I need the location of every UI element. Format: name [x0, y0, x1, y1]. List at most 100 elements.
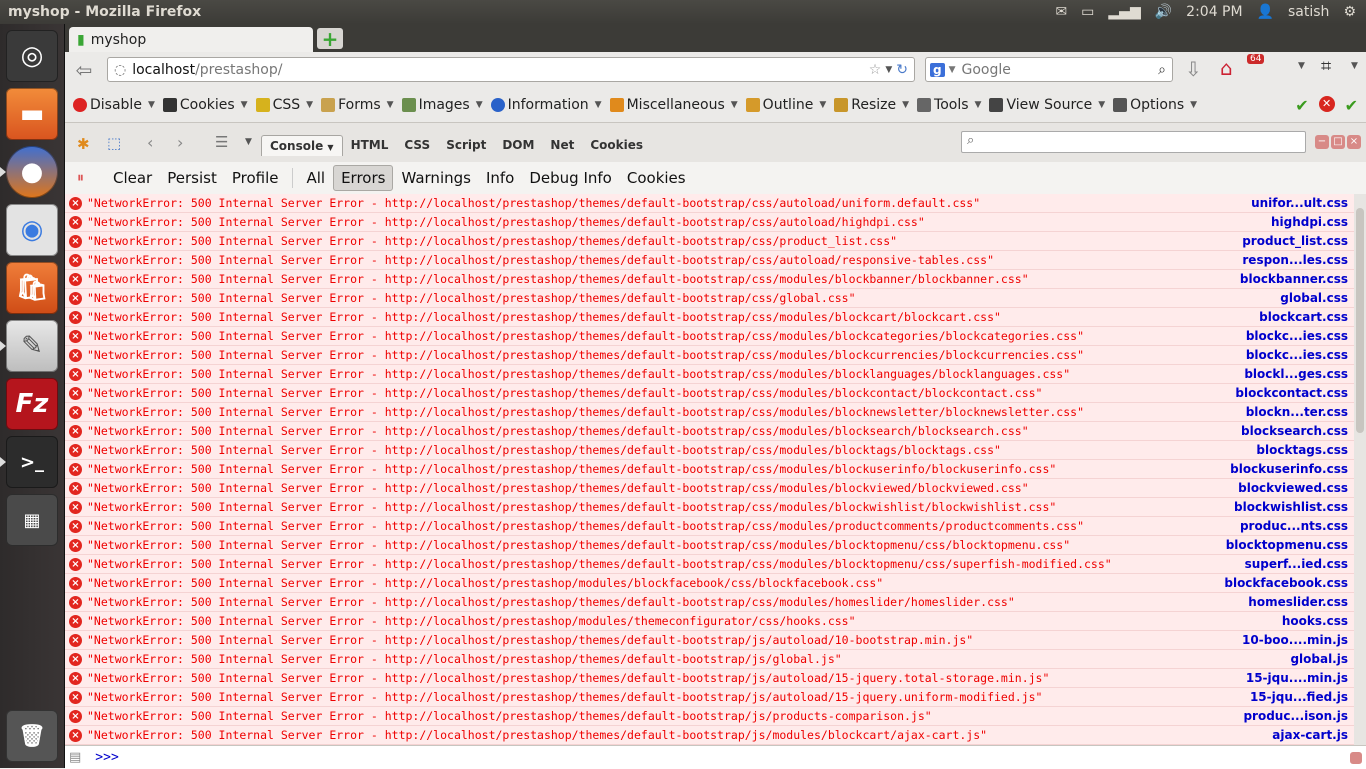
home-icon[interactable]: ⌂ — [1220, 56, 1233, 80]
log-source-link[interactable]: blockcart.css — [1259, 310, 1348, 324]
filter-all[interactable]: All — [299, 166, 332, 190]
log-row[interactable]: × "NetworkError: 500 Internal Server Erro… — [65, 707, 1354, 726]
log-row[interactable]: × "NetworkError: 500 Internal Server Erro… — [65, 251, 1354, 270]
terminal-icon[interactable]: >_ — [6, 436, 58, 488]
firebug-icon[interactable]: ✱ — [77, 135, 90, 153]
mail-icon[interactable]: ✉ — [1055, 4, 1067, 20]
log-source-link[interactable]: 15-jqu...fied.js — [1250, 690, 1348, 704]
network-icon[interactable]: ▂▄▆ — [1108, 4, 1140, 20]
filter-errors[interactable]: Errors — [333, 165, 394, 191]
console-scrollbar[interactable] — [1354, 194, 1366, 745]
search-icon[interactable]: ⌕ — [1158, 62, 1166, 78]
chrome-icon[interactable]: ◉ — [6, 204, 58, 256]
text-editor-icon[interactable]: ✎ — [6, 320, 58, 372]
log-source-link[interactable]: unifor...ult.css — [1251, 196, 1348, 210]
wd-css-menu[interactable]: CSS ▼ — [255, 97, 313, 113]
log-source-link[interactable]: blockfacebook.css — [1224, 576, 1348, 590]
trash-icon[interactable]: 🗑 — [6, 710, 58, 762]
log-row[interactable]: × "NetworkError: 500 Internal Server Erro… — [65, 441, 1354, 460]
log-source-link[interactable]: blockl...ges.css — [1244, 367, 1348, 381]
log-source-link[interactable]: superf...ied.css — [1245, 557, 1348, 571]
back-button[interactable]: ⇦ — [71, 57, 97, 83]
log-row[interactable]: × "NetworkError: 500 Internal Server Erro… — [65, 232, 1354, 251]
log-source-link[interactable]: blockcontact.css — [1235, 386, 1348, 400]
tab-html[interactable]: HTML — [343, 135, 397, 156]
log-row[interactable]: × "NetworkError: 500 Internal Server Erro… — [65, 365, 1354, 384]
log-row[interactable]: × "NetworkError: 500 Internal Server Erro… — [65, 650, 1354, 669]
url-dropdown-icon[interactable]: ▼ — [885, 65, 892, 75]
log-source-link[interactable]: global.css — [1280, 291, 1348, 305]
log-row[interactable]: × "NetworkError: 500 Internal Server Erro… — [65, 308, 1354, 327]
wd-options-menu[interactable]: Options ▼ — [1113, 97, 1197, 113]
log-row[interactable]: × "NetworkError: 500 Internal Server Erro… — [65, 517, 1354, 536]
tab-cookies[interactable]: Cookies — [582, 135, 651, 156]
log-source-link[interactable]: produc...nts.css — [1240, 519, 1348, 533]
log-row[interactable]: × "NetworkError: 500 Internal Server Erro… — [65, 498, 1354, 517]
filter-warnings[interactable]: Warnings — [394, 166, 478, 190]
log-source-link[interactable]: global.js — [1290, 652, 1348, 666]
files-icon[interactable]: ▬ — [6, 88, 58, 140]
log-row[interactable]: × "NetworkError: 500 Internal Server Erro… — [65, 384, 1354, 403]
log-source-link[interactable]: blockwishlist.css — [1234, 500, 1348, 514]
wd-miscellaneous-menu[interactable]: Miscellaneous ▼ — [609, 97, 738, 113]
log-row[interactable]: × "NetworkError: 500 Internal Server Erro… — [65, 612, 1354, 631]
multiline-icon[interactable]: ▤ — [69, 750, 81, 765]
url-bar[interactable]: ◌ localhost/prestashop/ ☆ ▼ ↻ — [107, 57, 915, 82]
log-source-link[interactable]: 15-jqu....min.js — [1246, 671, 1348, 685]
tab-css[interactable]: CSS — [396, 135, 438, 156]
clear-button[interactable]: Clear — [106, 166, 159, 190]
inspect-icon[interactable]: ⬚ — [107, 134, 121, 152]
menu-dropdown-icon[interactable]: ▼ — [1351, 61, 1358, 71]
log-source-link[interactable]: blockn...ter.css — [1246, 405, 1348, 419]
battery-icon[interactable]: ▭ — [1081, 4, 1094, 20]
log-source-link[interactable]: ajax-cart.js — [1272, 728, 1348, 742]
log-row[interactable]: × "NetworkError: 500 Internal Server Erro… — [65, 194, 1354, 213]
search-bar[interactable]: g ▼ Google ⌕ — [925, 57, 1173, 82]
filter-cookies[interactable]: Cookies — [620, 166, 693, 190]
log-row[interactable]: × "NetworkError: 500 Internal Server Erro… — [65, 726, 1354, 745]
wd-outline-menu[interactable]: Outline ▼ — [745, 97, 826, 113]
log-source-link[interactable]: 10-boo....min.js — [1242, 633, 1348, 647]
firefox-icon[interactable]: ● — [6, 146, 58, 198]
log-source-link[interactable]: respon...les.css — [1242, 253, 1348, 267]
log-row[interactable]: × "NetworkError: 500 Internal Server Erro… — [65, 555, 1354, 574]
detach-icon[interactable]: □ — [1331, 135, 1345, 149]
log-row[interactable]: × "NetworkError: 500 Internal Server Erro… — [65, 422, 1354, 441]
list-icon[interactable]: ☰ — [215, 133, 228, 151]
error-status-icon[interactable]: ✕ — [1318, 95, 1335, 112]
log-source-link[interactable]: blockbanner.css — [1240, 272, 1348, 286]
profile-button[interactable]: Profile — [225, 166, 286, 190]
toolbar-dropdown-icon[interactable]: ▼ — [1298, 61, 1305, 71]
workspace-switcher-icon[interactable]: ▦ — [6, 494, 58, 546]
break-on-errors-icon[interactable]: ⏸ — [77, 170, 84, 186]
log-row[interactable]: × "NetworkError: 500 Internal Server Erro… — [65, 536, 1354, 555]
tab-console[interactable]: Console ▼ — [261, 135, 343, 156]
wd-resize-menu[interactable]: Resize ▼ — [834, 97, 909, 113]
log-row[interactable]: × "NetworkError: 500 Internal Server Erro… — [65, 688, 1354, 707]
firebug-search-input[interactable]: ⌕ — [961, 131, 1306, 153]
tab-net[interactable]: Net — [542, 135, 582, 156]
tab-myshop[interactable]: ▮ myshop — [69, 27, 313, 52]
download-icon[interactable]: ⇩ — [1185, 57, 1202, 81]
log-source-link[interactable]: blockc...ies.css — [1246, 329, 1348, 343]
close-icon[interactable] — [1350, 751, 1362, 764]
log-row[interactable]: × "NetworkError: 500 Internal Server Erro… — [65, 460, 1354, 479]
tab-dom[interactable]: DOM — [494, 135, 542, 156]
log-source-link[interactable]: produc...ison.js — [1243, 709, 1348, 723]
wd-view-source-menu[interactable]: View Source ▼ — [989, 97, 1105, 113]
tab-script[interactable]: Script — [438, 135, 494, 156]
user-name[interactable]: satish — [1288, 4, 1329, 20]
log-source-link[interactable]: product_list.css — [1242, 234, 1348, 248]
log-row[interactable]: × "NetworkError: 500 Internal Server Erro… — [65, 346, 1354, 365]
log-source-link[interactable]: highdpi.css — [1271, 215, 1348, 229]
software-center-icon[interactable]: 🛍 — [6, 262, 58, 314]
log-source-link[interactable]: homeslider.css — [1248, 595, 1348, 609]
filter-info[interactable]: Info — [479, 166, 521, 190]
log-row[interactable]: × "NetworkError: 500 Internal Server Erro… — [65, 403, 1354, 422]
log-source-link[interactable]: blocktags.css — [1256, 443, 1348, 457]
volume-icon[interactable]: 🔊 — [1155, 4, 1172, 20]
reload-icon[interactable]: ↻ — [896, 62, 908, 78]
minimize-icon[interactable]: − — [1315, 135, 1329, 149]
log-row[interactable]: × "NetworkError: 500 Internal Server Erro… — [65, 669, 1354, 688]
panel-menu-dropdown-icon[interactable]: ▼ — [245, 137, 252, 147]
